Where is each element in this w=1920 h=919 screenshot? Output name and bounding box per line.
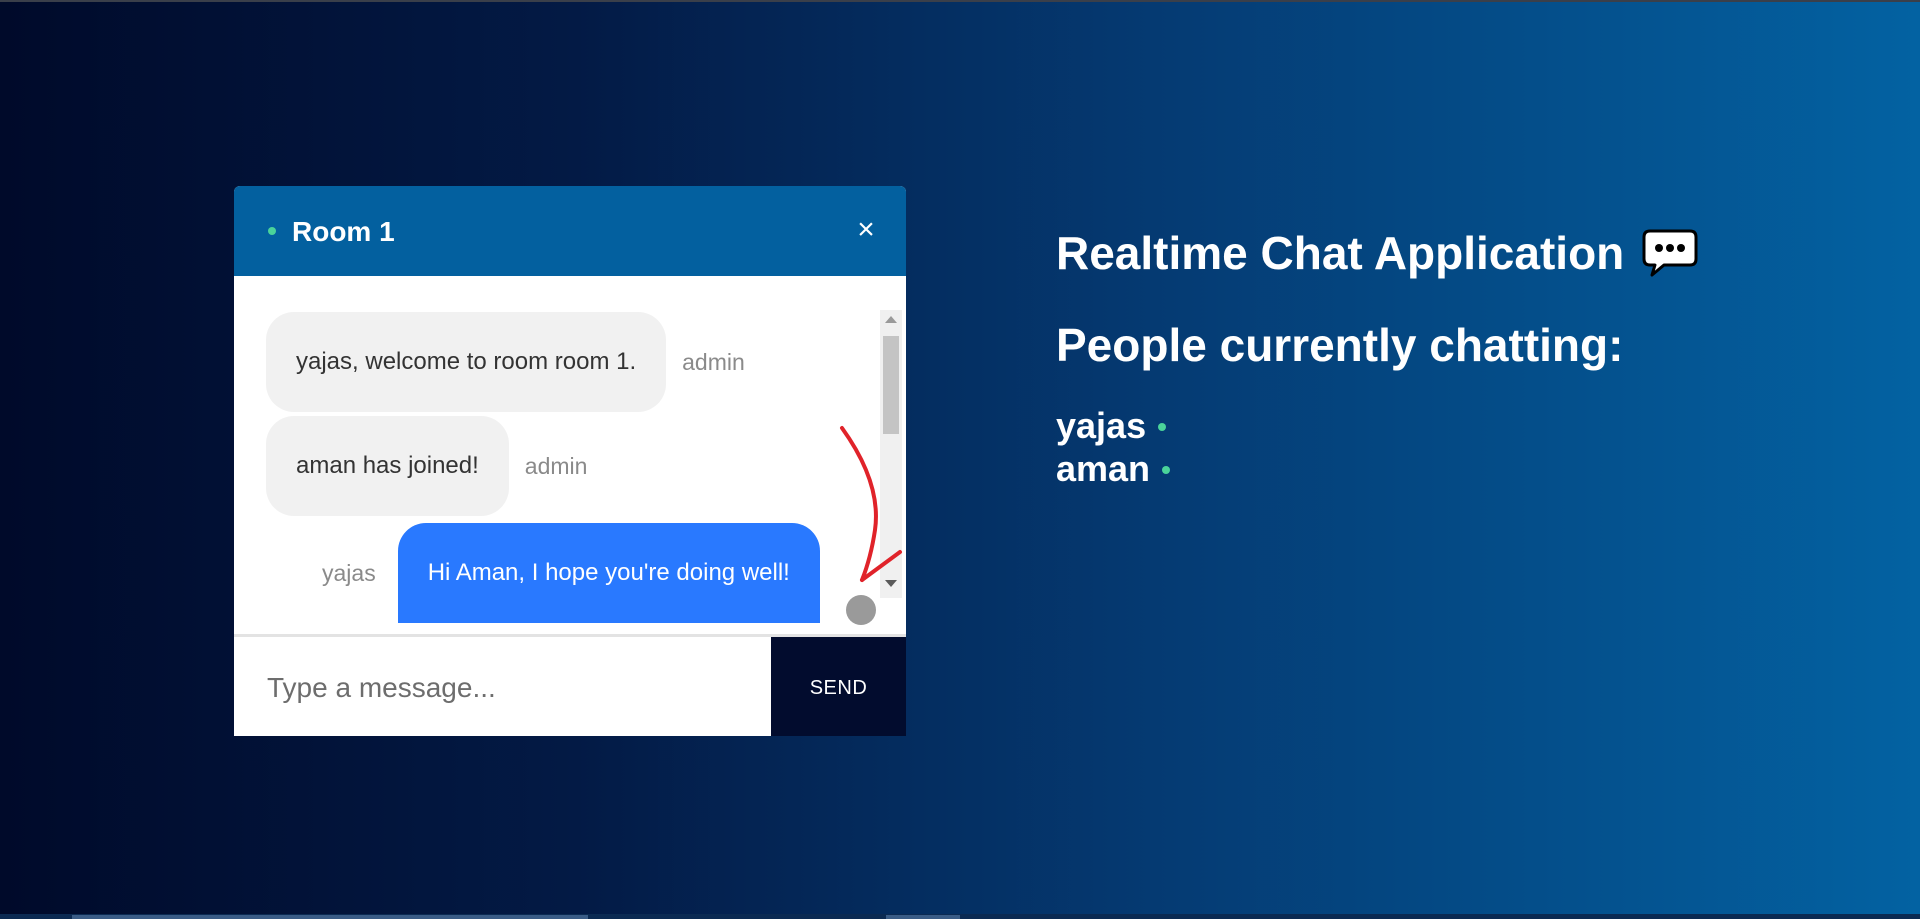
online-status-dot — [1162, 465, 1171, 474]
online-status-dot — [1158, 422, 1167, 431]
people-title: People currently chatting: — [1056, 319, 1624, 371]
people-list: yajas aman — [1056, 404, 1171, 490]
message-sender: admin — [524, 452, 588, 479]
app-title-text: Realtime Chat Application — [1056, 227, 1625, 279]
person-name: aman — [1056, 447, 1151, 489]
message-bubble: Hi Aman, I hope you're doing well! — [397, 523, 820, 623]
message-sender: yajas — [322, 559, 376, 586]
message-bubble: aman has joined! — [266, 416, 509, 516]
message-row: yajas Hi Aman, I hope you're doing well! — [322, 523, 820, 623]
person-item: yajas — [1056, 404, 1170, 447]
bottom-bar-segment — [72, 915, 588, 919]
message-sender: admin — [682, 348, 745, 375]
message-row: aman has joined! admin — [266, 416, 587, 516]
online-status-dot — [268, 227, 276, 235]
message-input[interactable] — [234, 637, 770, 736]
bottom-bar-segment — [886, 915, 960, 919]
person-item: aman — [1056, 447, 1171, 490]
person-name: yajas — [1056, 404, 1147, 446]
chat-header: Room 1 × — [234, 186, 906, 276]
close-button[interactable]: × — [848, 212, 884, 248]
message-row: yajas, welcome to room room 1. admin — [266, 312, 745, 412]
scroll-up-arrow-icon[interactable] — [885, 316, 897, 323]
annotation-arrow-icon — [840, 426, 902, 582]
window-top-border — [0, 0, 1920, 2]
message-list[interactable]: yajas, welcome to room room 1. admin ama… — [234, 276, 906, 632]
send-button[interactable]: SEND — [771, 637, 906, 736]
room-title: Room 1 — [292, 216, 395, 247]
message-composer: SEND — [234, 634, 906, 736]
chat-window: Room 1 × yajas, welcome to room room 1. … — [234, 186, 906, 736]
scroll-to-bottom-button[interactable] — [846, 595, 876, 625]
speech-bubble-ellipsis-icon — [1642, 229, 1698, 277]
message-bubble: yajas, welcome to room room 1. — [266, 312, 667, 412]
app-title: Realtime Chat Application — [1056, 226, 1698, 280]
